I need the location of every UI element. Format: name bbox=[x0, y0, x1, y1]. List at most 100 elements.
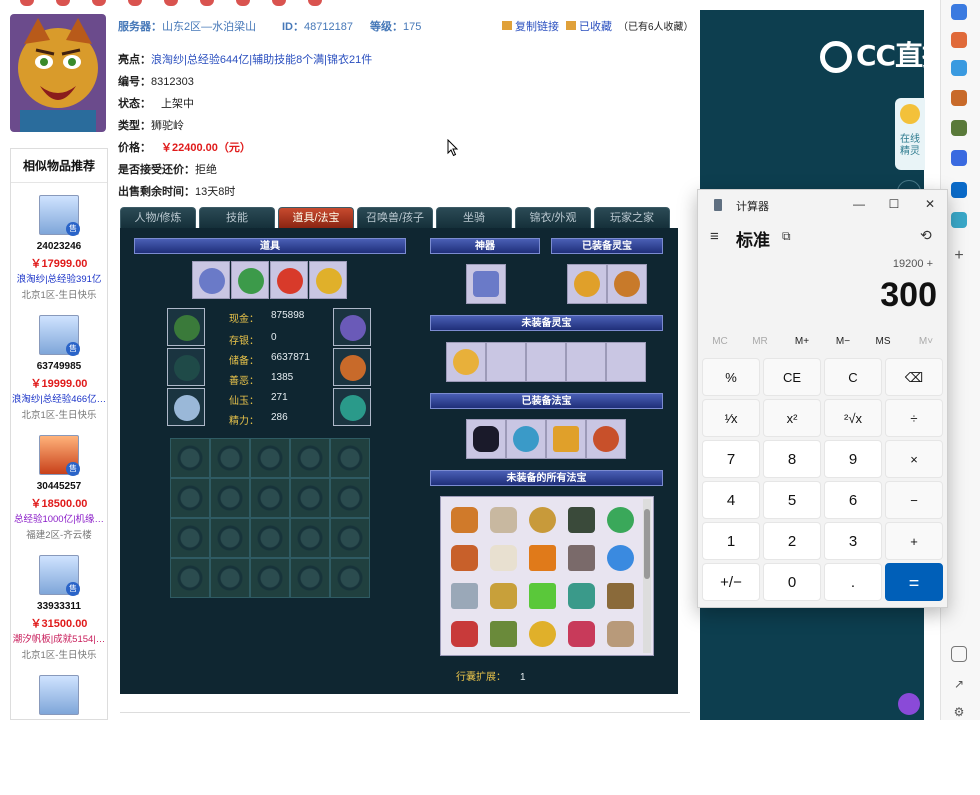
square-key[interactable]: x² bbox=[763, 399, 821, 437]
equipment-slot[interactable] bbox=[333, 388, 371, 426]
inventory-cell[interactable] bbox=[330, 558, 370, 598]
treasure-slot[interactable] bbox=[466, 419, 506, 459]
chest-icon[interactable] bbox=[568, 507, 595, 533]
similar-item[interactable]: 售 30445257 ￥18500.00 总经验1000亿|机缘… 福建2区-齐… bbox=[11, 435, 107, 555]
lotus-icon[interactable] bbox=[568, 583, 595, 609]
backspace-key[interactable]: ⌫ bbox=[885, 358, 943, 396]
gourd-icon[interactable] bbox=[490, 583, 517, 609]
equipment-slot[interactable] bbox=[309, 261, 347, 299]
screenshot-icon[interactable] bbox=[951, 646, 967, 662]
lantern-icon[interactable] bbox=[451, 621, 478, 647]
item-thumbnail[interactable]: 售 bbox=[39, 195, 80, 236]
memory-recall-button[interactable]: MR bbox=[742, 336, 778, 347]
outlook-icon[interactable] bbox=[951, 182, 967, 198]
tab-pets[interactable]: 召唤兽/孩子 bbox=[357, 207, 433, 228]
doll-icon[interactable] bbox=[607, 621, 634, 647]
tools-icon[interactable] bbox=[951, 90, 967, 106]
square-root-key[interactable]: ²√x bbox=[824, 399, 882, 437]
inventory-cell[interactable] bbox=[170, 438, 210, 478]
ring-icon[interactable] bbox=[529, 621, 556, 647]
pagoda-icon[interactable] bbox=[529, 545, 556, 571]
online-assistant-button[interactable]: 在线 精灵 bbox=[895, 98, 925, 170]
tablet-icon[interactable] bbox=[607, 583, 634, 609]
minimize-button[interactable]: — bbox=[851, 196, 867, 212]
inventory-cell[interactable] bbox=[210, 518, 250, 558]
spirit-slot[interactable] bbox=[606, 342, 646, 382]
digit-9-key[interactable]: 9 bbox=[824, 440, 882, 478]
tag-icon[interactable] bbox=[951, 60, 967, 76]
inventory-cell[interactable] bbox=[210, 558, 250, 598]
settings-icon[interactable]: ⚙ bbox=[951, 704, 967, 720]
umbrella-icon[interactable] bbox=[607, 507, 634, 533]
item-description[interactable]: 浪淘纱|总经验391亿 bbox=[11, 271, 107, 285]
clear-entry-key[interactable]: CE bbox=[763, 358, 821, 396]
collections-icon[interactable] bbox=[951, 32, 967, 48]
games-icon[interactable] bbox=[951, 120, 967, 136]
tab-skills[interactable]: 技能 bbox=[199, 207, 275, 228]
memory-list-button[interactable]: M˅ bbox=[908, 336, 944, 347]
ai-assistant-icon[interactable] bbox=[898, 693, 920, 715]
equipment-slot[interactable] bbox=[192, 261, 230, 299]
equipment-slot[interactable] bbox=[167, 348, 205, 386]
item-description[interactable]: 浪淘纱|总经验466亿… bbox=[11, 391, 107, 405]
digit-5-key[interactable]: 5 bbox=[763, 481, 821, 519]
external-link-icon[interactable]: ↗ bbox=[951, 676, 967, 692]
calculator-titlebar[interactable]: 计算器 — ☐ ✕ bbox=[698, 190, 949, 220]
doll-icon[interactable] bbox=[490, 507, 517, 533]
digit-0-key[interactable]: 0 bbox=[763, 563, 821, 601]
tab-home[interactable]: 玩家之家 bbox=[594, 207, 670, 228]
inventory-cell[interactable] bbox=[330, 478, 370, 518]
fan-icon[interactable] bbox=[529, 507, 556, 533]
bell-icon[interactable] bbox=[451, 507, 478, 533]
divide-key[interactable]: ÷ bbox=[885, 399, 943, 437]
maximize-button[interactable]: ☐ bbox=[886, 196, 902, 212]
copilot-icon[interactable] bbox=[951, 150, 967, 166]
negate-key[interactable]: +/− bbox=[702, 563, 760, 601]
inventory-cell[interactable] bbox=[290, 558, 330, 598]
tab-outfits[interactable]: 锦衣/外观 bbox=[515, 207, 591, 228]
inventory-cell[interactable] bbox=[250, 438, 290, 478]
treasure-scrollbar[interactable] bbox=[643, 499, 651, 653]
inventory-cell[interactable] bbox=[170, 518, 210, 558]
history-icon[interactable]: ⟲ bbox=[920, 227, 932, 244]
inventory-cell[interactable] bbox=[290, 438, 330, 478]
digit-2-key[interactable]: 2 bbox=[763, 522, 821, 560]
equals-key[interactable]: = bbox=[885, 563, 943, 601]
tab-mounts[interactable]: 坐骑 bbox=[436, 207, 512, 228]
item-thumbnail[interactable]: 售 bbox=[39, 315, 80, 356]
multiply-key[interactable]: × bbox=[885, 440, 943, 478]
spirit-slot[interactable] bbox=[607, 264, 647, 304]
similar-item[interactable]: 售 63749985 ￥19999.00 浪淘纱|总经验466亿… 北京1区-生… bbox=[11, 315, 107, 435]
keep-on-top-icon[interactable]: ⧉ bbox=[782, 229, 791, 244]
subtract-key[interactable]: − bbox=[885, 481, 943, 519]
item-thumbnail[interactable]: 售 bbox=[39, 555, 80, 596]
spirit-slot[interactable] bbox=[446, 342, 486, 382]
treasure-slot[interactable] bbox=[586, 419, 626, 459]
spirit-slot[interactable] bbox=[566, 342, 606, 382]
inventory-cell[interactable] bbox=[250, 518, 290, 558]
paper-doll-icon[interactable] bbox=[490, 545, 517, 571]
digit-4-key[interactable]: 4 bbox=[702, 481, 760, 519]
figurine-icon[interactable] bbox=[568, 621, 595, 647]
send-icon[interactable] bbox=[951, 212, 967, 228]
equipment-slot[interactable] bbox=[333, 308, 371, 346]
spirit-slot[interactable] bbox=[567, 264, 607, 304]
inventory-cell[interactable] bbox=[330, 518, 370, 558]
inventory-cell[interactable] bbox=[250, 478, 290, 518]
spirit-slot[interactable] bbox=[486, 342, 526, 382]
decimal-key[interactable]: . bbox=[824, 563, 882, 601]
favorite-button[interactable]: 已收藏 bbox=[566, 18, 612, 34]
item-description[interactable]: 总经验1000亿|机缘… bbox=[11, 511, 107, 525]
item-thumbnail[interactable] bbox=[39, 675, 79, 715]
inventory-cell[interactable] bbox=[210, 478, 250, 518]
scroll-icon[interactable] bbox=[490, 621, 517, 647]
search-icon[interactable] bbox=[951, 4, 967, 20]
copy-link-button[interactable]: 复制链接 bbox=[502, 18, 559, 34]
add-icon[interactable]: + bbox=[951, 248, 967, 264]
equipment-slot[interactable] bbox=[167, 308, 205, 346]
tab-items[interactable]: 道具/法宝 bbox=[278, 207, 354, 228]
inventory-cell[interactable] bbox=[170, 478, 210, 518]
digit-6-key[interactable]: 6 bbox=[824, 481, 882, 519]
memory-subtract-button[interactable]: M− bbox=[825, 336, 861, 347]
add-key[interactable]: + bbox=[885, 522, 943, 560]
